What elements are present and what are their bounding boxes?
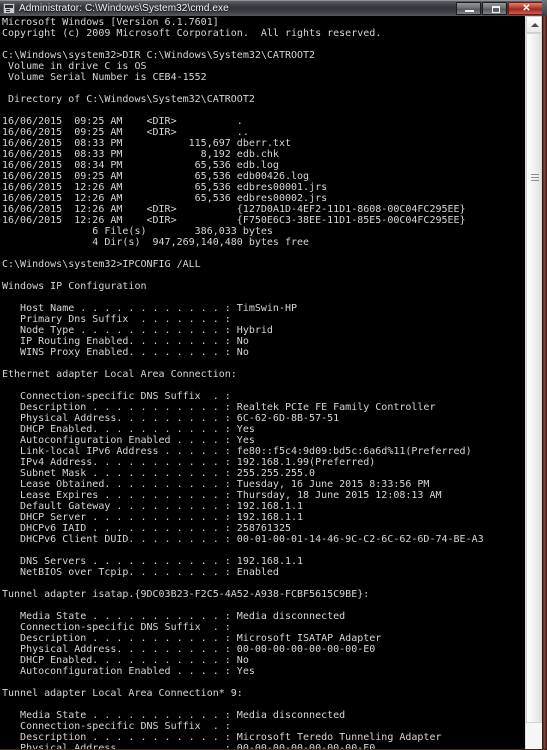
cmd-icon — [3, 3, 15, 14]
scrollbar-grip-icon — [531, 174, 539, 181]
title-bar[interactable]: Administrator: C:\Windows\System32\cmd.e… — [0, 0, 547, 16]
command-prompt-window: Administrator: C:\Windows\System32\cmd.e… — [0, 0, 547, 750]
scroll-up-arrow-icon — [531, 23, 539, 27]
window-frame-right — [542, 0, 547, 750]
minimize-icon — [465, 10, 474, 12]
console-output-area[interactable]: Microsoft Windows [Version 6.1.7601] Cop… — [0, 16, 519, 750]
scroll-up-button[interactable] — [526, 16, 542, 33]
scrollbar-thumb[interactable] — [526, 33, 542, 723]
console-text: Microsoft Windows [Version 6.1.7601] Cop… — [2, 17, 484, 750]
window-controls: ✕ — [455, 1, 545, 16]
maximize-restore-button[interactable] — [482, 2, 507, 15]
close-button[interactable]: ✕ — [508, 2, 545, 15]
minimize-button[interactable] — [456, 2, 481, 15]
close-icon: ✕ — [522, 3, 531, 14]
window-title: Administrator: C:\Windows\System32\cmd.e… — [19, 3, 229, 14]
window-frame-right-top — [542, 0, 547, 16]
vertical-scrollbar[interactable] — [525, 16, 542, 750]
scrollbar-track[interactable] — [526, 33, 542, 750]
restore-icon — [492, 6, 500, 13]
